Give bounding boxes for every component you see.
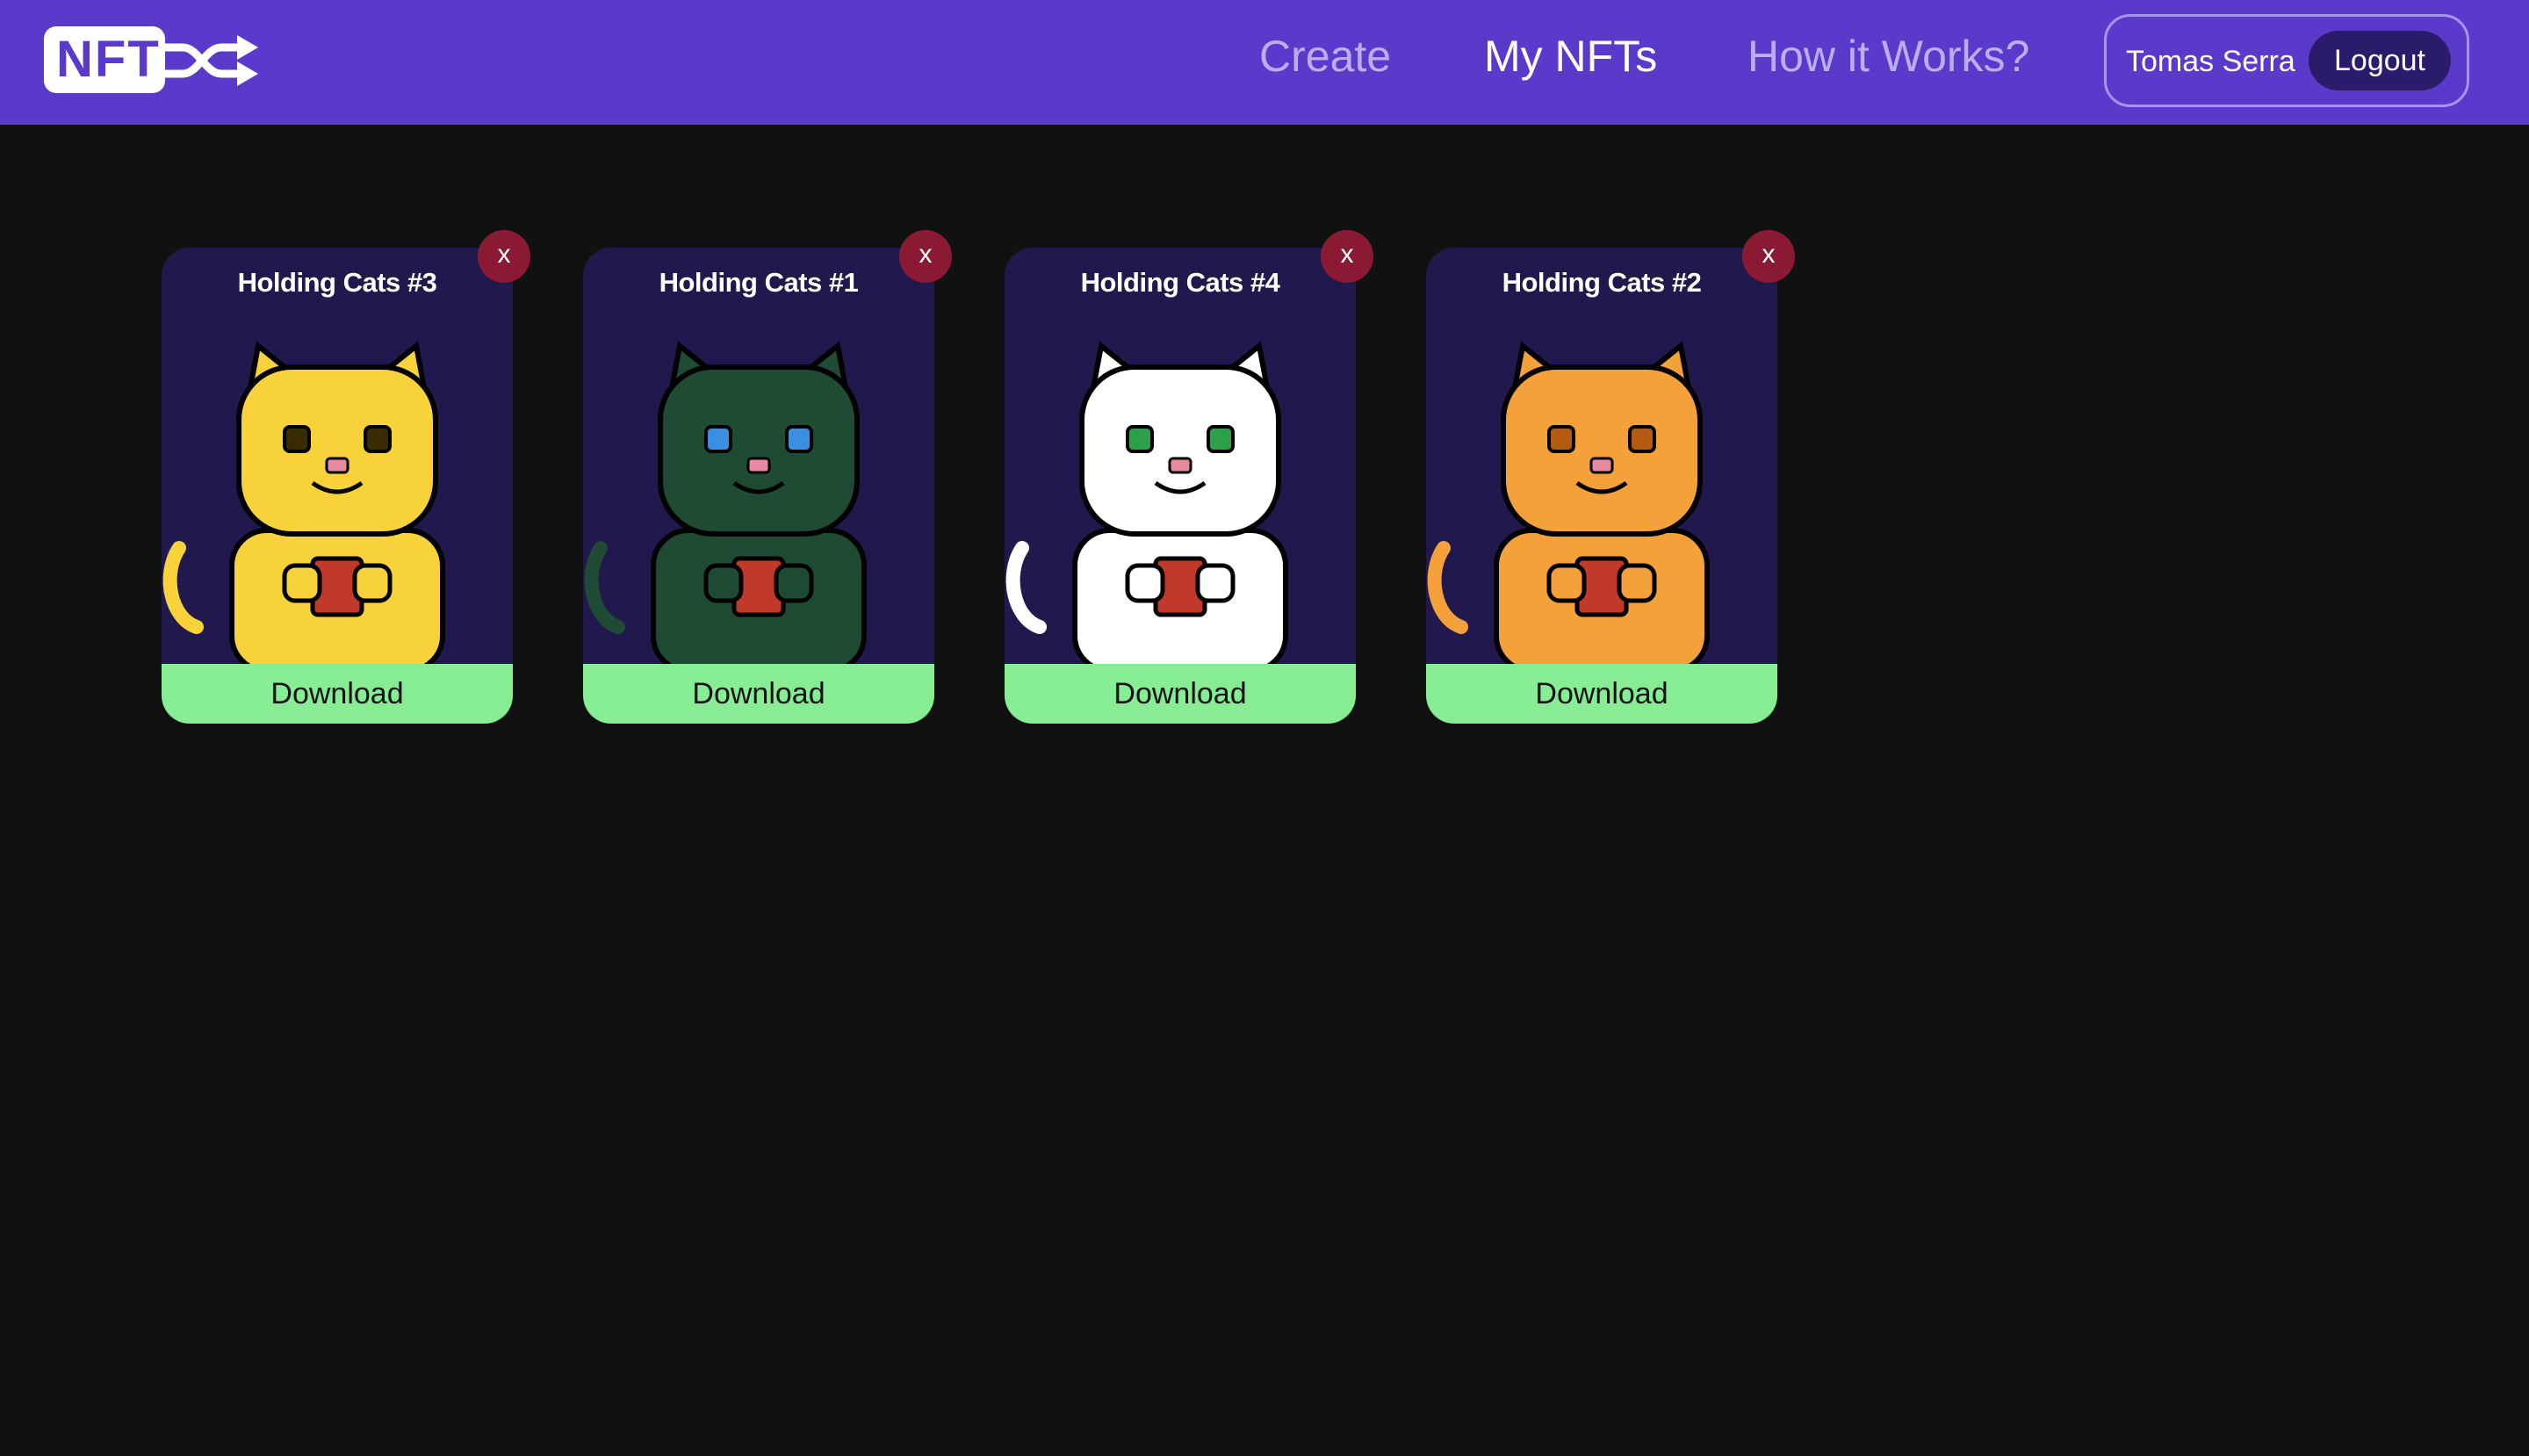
nav-how-it-works-link[interactable]: How it Works? xyxy=(1747,30,2029,83)
cat-nose xyxy=(1168,457,1192,474)
nft-card: Holding Cats #4 Download xyxy=(1005,248,1356,724)
top-navigation-bar: NFT Create My NFTs How it Works? Tomas S… xyxy=(0,0,2529,125)
cat-left-paw xyxy=(282,563,322,603)
nft-cat-image xyxy=(584,341,867,664)
cat-right-eye xyxy=(785,425,813,453)
user-name: Tomas Serra xyxy=(2126,45,2295,78)
cat-right-eye xyxy=(1628,425,1656,453)
cat-tail xyxy=(1427,541,1468,634)
download-button[interactable]: Download xyxy=(1005,664,1356,724)
remove-nft-button[interactable]: x xyxy=(478,230,530,283)
logout-button[interactable]: Logout xyxy=(2309,31,2451,90)
cat-right-paw xyxy=(774,563,814,603)
cat-tail xyxy=(584,541,625,634)
download-button[interactable]: Download xyxy=(162,664,513,724)
cat-left-paw xyxy=(1125,563,1165,603)
download-button[interactable]: Download xyxy=(1426,664,1777,724)
nft-card: Holding Cats #1 Download xyxy=(583,248,934,724)
cat-right-paw xyxy=(1617,563,1657,603)
nft-cat-image xyxy=(1427,341,1710,664)
nft-card-title: Holding Cats #4 xyxy=(1080,267,1280,298)
cat-nose xyxy=(325,457,349,474)
cat-left-eye xyxy=(1547,425,1575,453)
nav-my-nfts-link[interactable]: My NFTs xyxy=(1484,30,1657,83)
cat-left-eye xyxy=(704,425,732,453)
remove-nft-button[interactable]: x xyxy=(1321,230,1373,283)
cat-left-eye xyxy=(283,425,311,453)
nft-card-title: Holding Cats #3 xyxy=(237,267,437,298)
cat-head xyxy=(1501,364,1703,537)
cat-left-paw xyxy=(703,563,744,603)
logo-text: NFT xyxy=(56,31,161,88)
cat-nose xyxy=(1589,457,1614,474)
cat-right-eye xyxy=(364,425,392,453)
cat-right-paw xyxy=(1195,563,1236,603)
nft-card: Holding Cats #2 Download xyxy=(1426,248,1777,724)
cat-left-paw xyxy=(1546,563,1587,603)
nft-card-title: Holding Cats #2 xyxy=(1502,267,1702,298)
cat-head xyxy=(658,364,860,537)
cat-right-eye xyxy=(1207,425,1235,453)
cat-nose xyxy=(746,457,771,474)
cat-head xyxy=(1079,364,1281,537)
shuffle-icon xyxy=(160,35,258,86)
cat-right-paw xyxy=(352,563,393,603)
cat-left-eye xyxy=(1126,425,1154,453)
nft-cat-image xyxy=(162,341,445,664)
cat-tail xyxy=(162,541,204,634)
remove-nft-button[interactable]: x xyxy=(899,230,952,283)
remove-nft-button[interactable]: x xyxy=(1742,230,1795,283)
nft-card: Holding Cats #3 Download xyxy=(162,248,513,724)
cat-tail xyxy=(1005,541,1047,634)
nav-create-link[interactable]: Create xyxy=(1259,30,1391,83)
nft-card-title: Holding Cats #1 xyxy=(659,267,859,298)
cat-head xyxy=(236,364,438,537)
download-button[interactable]: Download xyxy=(583,664,934,724)
logo-badge: NFT xyxy=(44,26,165,93)
nft-logo[interactable]: NFT xyxy=(44,26,258,93)
user-account-panel: Tomas Serra Logout xyxy=(2104,14,2469,107)
nft-cat-image xyxy=(1005,341,1288,664)
